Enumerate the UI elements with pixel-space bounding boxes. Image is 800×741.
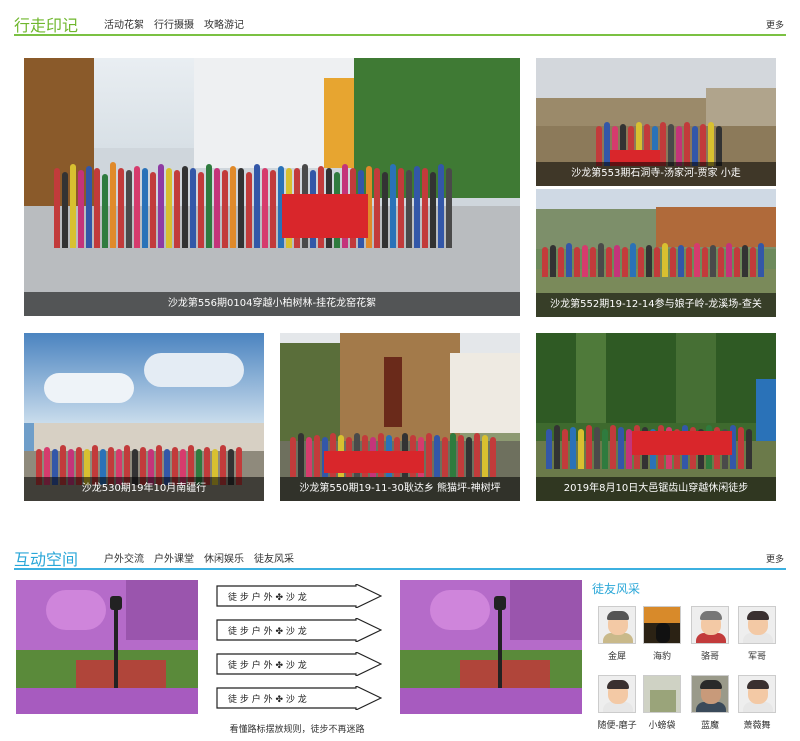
tile-caption: 沙龙第550期19-11-30耿达乡 熊猫坪-神树坪 [280, 477, 520, 501]
member-card[interactable]: 蓝魔 [688, 675, 732, 731]
member-name: 蓝魔 [700, 721, 719, 731]
member-name: 萧薇舞 [743, 721, 771, 731]
section-tabs: 户外交流 户外课堂 休闲娱乐 徒友风采 [104, 550, 304, 565]
member-card[interactable]: 萧薇舞 [735, 675, 779, 731]
section-header-hudong: 互动空间 户外交流 户外课堂 休闲娱乐 徒友风采 更多 [14, 544, 786, 570]
tile-caption: 2019年8月10日大邑锯齿山穿越休闲徒步 [536, 477, 776, 501]
avatar [598, 675, 636, 713]
member-showcase-title: 徒友风采 [592, 582, 641, 596]
section-title: 互动空间 [14, 550, 79, 569]
member-name: 小螃袋 [648, 721, 676, 731]
avatar [738, 675, 776, 713]
more-link[interactable]: 更多 [766, 18, 784, 31]
section-header-xingzou: 行走印记 活动花絮 行行摄摄 攻略游记 更多 [14, 10, 786, 36]
avatar [598, 606, 636, 644]
jacaranda-park-image [400, 580, 582, 714]
svg-text:徒 步 户 外 ✤ 沙 龙: 徒 步 户 外 ✤ 沙 龙 [228, 591, 307, 603]
photo-tile-550[interactable]: 沙龙第550期19-11-30耿达乡 熊猫坪-神树坪 [280, 333, 520, 501]
trail-arrow-sign: 徒 步 户 外 ✤ 沙 龙 [216, 652, 382, 676]
avatar [691, 675, 729, 713]
member-name: 海豹 [652, 652, 671, 662]
sign-caption[interactable]: 看懂路标摆放规则，徒步不再迷路 [212, 722, 382, 735]
member-card[interactable]: 骆哥 [688, 606, 732, 662]
tile-caption: 沙龙第552期19-12-14参与娘子岭-龙溪场-查关 [536, 293, 776, 317]
member-card[interactable]: 随便-磨子 [595, 675, 639, 731]
tab-outdoor-class[interactable]: 户外课堂 [154, 550, 194, 565]
member-name: 军哥 [747, 652, 766, 662]
trail-arrow-sign: 徒 步 户 外 ✤ 沙 龙 [216, 686, 382, 710]
section-divider [14, 568, 786, 570]
tile-caption: 沙龙530期19年10月南疆行 [24, 477, 264, 501]
member-card[interactable]: 金犀 [595, 606, 639, 662]
avatar [738, 606, 776, 644]
tab-leisure[interactable]: 休闲娱乐 [204, 550, 244, 565]
member-name: 骆哥 [700, 652, 719, 662]
group-photo [24, 58, 520, 316]
member-name: 随便-磨子 [597, 721, 637, 731]
section-divider [14, 34, 786, 36]
tab-travel-notes[interactable]: 攻略游记 [204, 16, 244, 31]
trail-arrow-sign: 徒 步 户 外 ✤ 沙 龙 [216, 584, 382, 608]
tab-member-showcase[interactable]: 徒友风采 [254, 550, 294, 565]
group-photo [536, 333, 776, 501]
more-link[interactable]: 更多 [766, 552, 784, 565]
avatar [643, 675, 681, 713]
photo-tile-552[interactable]: 沙龙第552期19-12-14参与娘子岭-龙溪场-查关 [536, 189, 776, 317]
avatar [643, 606, 681, 644]
photo-tile-20190810[interactable]: 2019年8月10日大邑锯齿山穿越休闲徒步 [536, 333, 776, 501]
member-card[interactable]: 海豹 [640, 606, 684, 662]
trail-sign-guide[interactable]: 徒 步 户 外 ✤ 沙 龙 徒 步 户 外 ✤ 沙 龙 徒 步 户 外 ✤ 沙 … [212, 580, 382, 728]
tile-caption: 沙龙第556期0104穿越小柏树林-挂花龙窑花絮 [24, 292, 520, 316]
photo-tile-553[interactable]: 沙龙第553期石洞寺-汤家河-贾家 小走 [536, 58, 776, 186]
photo-tile-530[interactable]: 沙龙530期19年10月南疆行 [24, 333, 264, 501]
svg-text:徒 步 户 外 ✤ 沙 龙: 徒 步 户 外 ✤ 沙 龙 [228, 659, 307, 671]
tile-caption: 沙龙第553期石洞寺-汤家河-贾家 小走 [536, 162, 776, 186]
section-tabs: 活动花絮 行行摄摄 攻略游记 [104, 16, 254, 31]
member-name: 金犀 [607, 652, 626, 662]
jacaranda-park-image [16, 580, 198, 714]
tab-outdoor-exchange[interactable]: 户外交流 [104, 550, 144, 565]
avatar [691, 606, 729, 644]
member-card[interactable]: 军哥 [735, 606, 779, 662]
section-title: 行走印记 [14, 16, 79, 35]
member-card[interactable]: 小螃袋 [640, 675, 684, 731]
svg-text:徒 步 户 外 ✤ 沙 龙: 徒 步 户 外 ✤ 沙 龙 [228, 693, 307, 705]
park-photo-right[interactable] [400, 580, 582, 714]
trail-arrow-sign: 徒 步 户 外 ✤ 沙 龙 [216, 618, 382, 642]
photo-tile-556[interactable]: 沙龙第556期0104穿越小柏树林-挂花龙窑花絮 [24, 58, 520, 316]
svg-text:徒 步 户 外 ✤ 沙 龙: 徒 步 户 外 ✤ 沙 龙 [228, 625, 307, 637]
group-photo [280, 333, 520, 501]
tab-photography[interactable]: 行行摄摄 [154, 16, 194, 31]
park-photo-left[interactable] [16, 580, 198, 714]
tab-activity-highlights[interactable]: 活动花絮 [104, 16, 144, 31]
group-photo [24, 333, 264, 501]
member-showcase: 徒友风采 [592, 580, 788, 603]
